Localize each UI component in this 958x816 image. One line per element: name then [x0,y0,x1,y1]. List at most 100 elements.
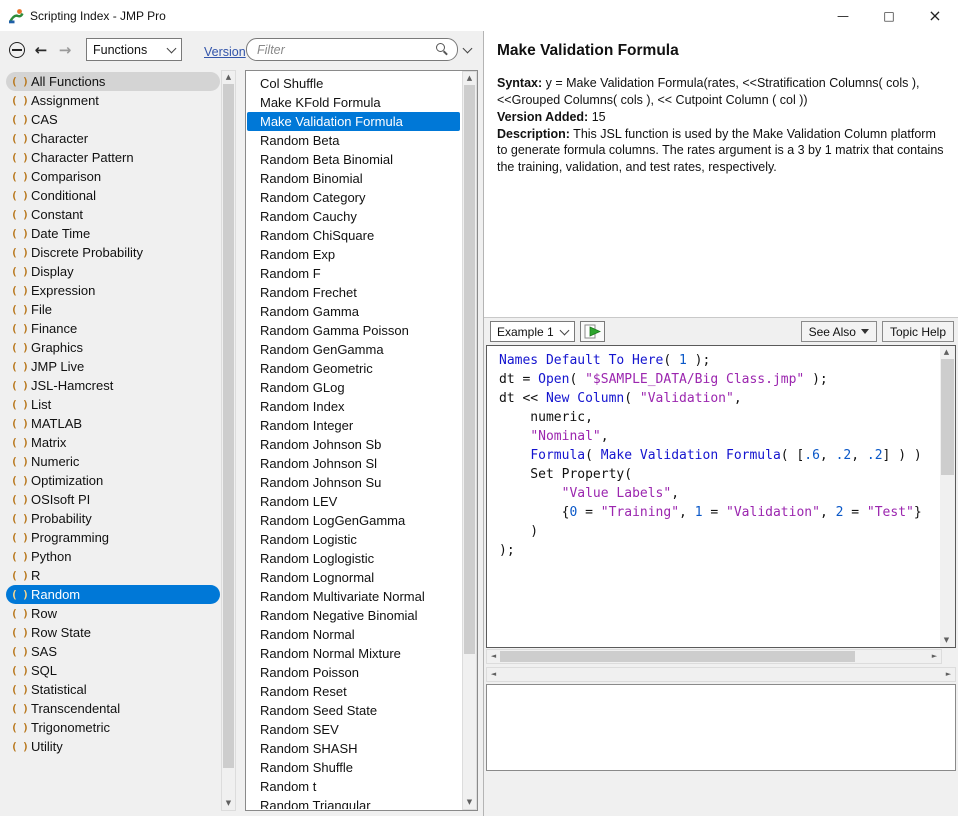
category-item[interactable]: ( )Assignment [6,91,220,110]
function-item[interactable]: Random Beta [247,131,460,150]
category-item[interactable]: ( )MATLAB [6,414,220,433]
forward-button[interactable]: → [54,39,76,61]
function-item[interactable]: Random Normal [247,625,460,644]
category-item[interactable]: ( )Discrete Probability [6,243,220,262]
category-item[interactable]: ( )Random [6,585,220,604]
scroll-right-icon[interactable]: ► [942,668,955,681]
category-item[interactable]: ( )CAS [6,110,220,129]
category-item[interactable]: ( )Expression [6,281,220,300]
function-item[interactable]: Random Normal Mixture [247,644,460,663]
category-item[interactable]: ( )OSIsoft PI [6,490,220,509]
category-item[interactable]: ( )Constant [6,205,220,224]
function-item[interactable]: Random Lognormal [247,568,460,587]
functions-scrollbar[interactable]: ▲ ▼ [462,71,477,810]
category-scrollbar[interactable]: ▲ ▼ [221,70,236,811]
example-dropdown[interactable]: Example 1 [490,321,575,342]
scroll-up-icon[interactable]: ▲ [463,72,476,85]
scrollbar-thumb[interactable] [223,84,234,768]
function-item[interactable]: Random Integer [247,416,460,435]
function-item[interactable]: Random Johnson Sl [247,454,460,473]
code-hscrollbar[interactable]: ◄ ► [486,649,942,664]
category-item[interactable]: ( )Character Pattern [6,148,220,167]
function-item[interactable]: Random Seed State [247,701,460,720]
category-item[interactable]: ( )Display [6,262,220,281]
function-item[interactable]: Random Binomial [247,169,460,188]
category-item[interactable]: ( )SQL [6,661,220,680]
category-item[interactable]: ( )Utility [6,737,220,756]
collapse-categories-button[interactable] [6,39,28,61]
function-item[interactable]: Random GLog [247,378,460,397]
scroll-down-icon[interactable]: ▼ [940,634,953,647]
scroll-down-icon[interactable]: ▼ [463,796,476,809]
category-item[interactable]: ( )Numeric [6,452,220,471]
category-item[interactable]: ( )List [6,395,220,414]
function-item[interactable]: Random SHASH [247,739,460,758]
category-item[interactable]: ( )Comparison [6,167,220,186]
close-button[interactable]: × [912,0,958,31]
category-item[interactable]: ( )Probability [6,509,220,528]
scroll-down-icon[interactable]: ▼ [222,797,235,810]
category-item[interactable]: ( )Row State [6,623,220,642]
function-item[interactable]: Random GenGamma [247,340,460,359]
function-item[interactable]: Random Gamma Poisson [247,321,460,340]
code-editor[interactable]: Names Default To Here( 1 );dt = Open( "$… [499,351,937,645]
function-item[interactable]: Random Poisson [247,663,460,682]
filter-input[interactable] [255,42,436,58]
category-item[interactable]: ( )Programming [6,528,220,547]
scroll-left-icon[interactable]: ◄ [487,650,500,663]
back-button[interactable]: ← [30,39,52,61]
scrollbar-track[interactable] [463,85,476,796]
scroll-up-icon[interactable]: ▲ [940,346,953,359]
function-item[interactable]: Random Index [247,397,460,416]
scrollbar-thumb[interactable] [941,359,954,475]
scrollbar-track[interactable] [500,668,942,681]
maximize-button[interactable]: □ [866,0,912,31]
function-item[interactable]: Random Beta Binomial [247,150,460,169]
category-item[interactable]: ( )Finance [6,319,220,338]
category-item[interactable]: ( )Date Time [6,224,220,243]
run-script-button[interactable] [580,321,605,342]
function-item[interactable]: Random Geometric [247,359,460,378]
category-item[interactable]: ( )Optimization [6,471,220,490]
scroll-left-icon[interactable]: ◄ [487,668,500,681]
scrollbar-thumb[interactable] [464,85,475,654]
category-item[interactable]: ( )Row [6,604,220,623]
category-item[interactable]: ( )Trigonometric [6,718,220,737]
function-item[interactable]: Random F [247,264,460,283]
function-item[interactable]: Random SEV [247,720,460,739]
function-item[interactable]: Random Multivariate Normal [247,587,460,606]
function-item[interactable]: Random Gamma [247,302,460,321]
version-link[interactable]: Version [204,45,246,59]
minimize-button[interactable]: — [820,0,866,31]
category-item[interactable]: ( )Python [6,547,220,566]
output-hscrollbar[interactable]: ◄ ► [486,667,956,682]
function-item[interactable]: Random Triangular [247,796,460,809]
function-item[interactable]: Random Reset [247,682,460,701]
function-item[interactable]: Random LEV [247,492,460,511]
category-item[interactable]: ( )SAS [6,642,220,661]
function-item[interactable]: Random LogGenGamma [247,511,460,530]
filter-options-button[interactable] [460,38,474,61]
category-item[interactable]: ( )JMP Live [6,357,220,376]
function-item[interactable]: Random Shuffle [247,758,460,777]
category-item[interactable]: ( )Statistical [6,680,220,699]
category-item[interactable]: ( )Transcendental [6,699,220,718]
function-item[interactable]: Random Category [247,188,460,207]
function-item[interactable]: Col Shuffle [247,74,460,93]
category-item[interactable]: ( )Matrix [6,433,220,452]
function-item[interactable]: Random Exp [247,245,460,264]
function-item[interactable]: Make KFold Formula [247,93,460,112]
category-item[interactable]: ( )Conditional [6,186,220,205]
category-item[interactable]: ( )JSL-Hamcrest [6,376,220,395]
function-item[interactable]: Random t [247,777,460,796]
function-item[interactable]: Random Loglogistic [247,549,460,568]
category-item[interactable]: ( )All Functions [6,72,220,91]
scrollbar-track[interactable] [222,84,235,797]
code-scrollbar[interactable]: ▲ ▼ [940,346,955,647]
category-item[interactable]: ( )Graphics [6,338,220,357]
category-item[interactable]: ( )R [6,566,220,585]
topic-help-button[interactable]: Topic Help [882,321,954,342]
category-item[interactable]: ( )File [6,300,220,319]
function-item[interactable]: Random Negative Binomial [247,606,460,625]
function-item[interactable]: Make Validation Formula [247,112,460,131]
